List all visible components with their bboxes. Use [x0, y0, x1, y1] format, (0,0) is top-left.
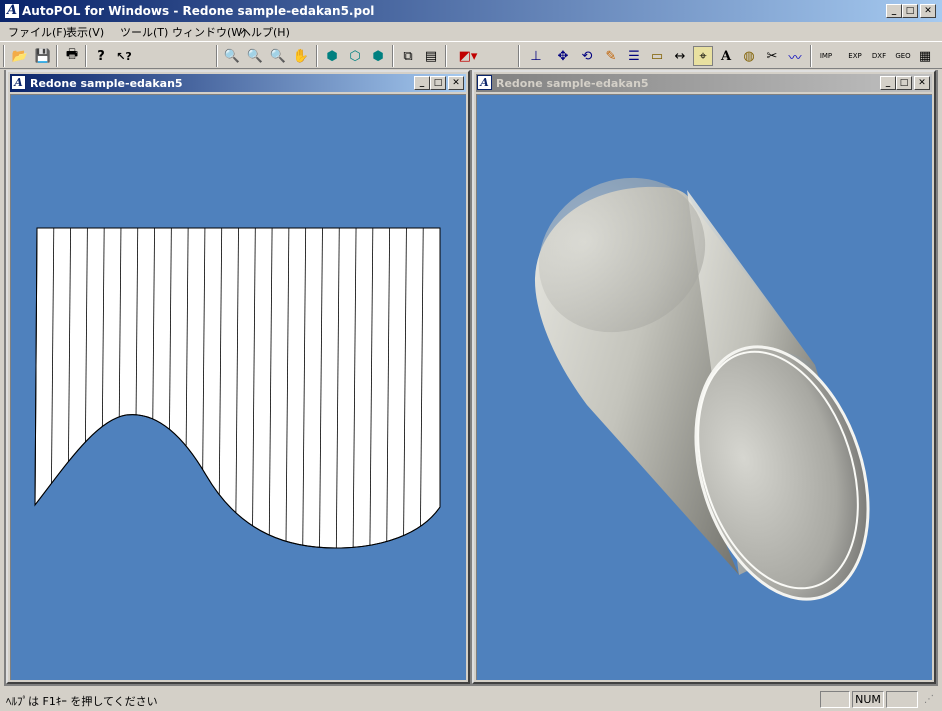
toolbar-separator [85, 45, 87, 67]
toolbar-grip [3, 45, 5, 67]
view-wire-icon[interactable]: ⬡ [345, 46, 365, 66]
unfold-pattern-shape [34, 227, 441, 549]
child-window-icon[interactable]: A [477, 75, 492, 90]
print-icon[interactable]: 🖶 [62, 46, 82, 66]
measure-base-icon[interactable]: ⊥ [526, 46, 546, 66]
main-toolbar: 📂 💾 🖶 ? ↖? 🔍 🔍 🔍 ✋ ⬢ ⬡ ⬢ ⧉ ▤ ◩▾ ⊥ ✥ ⟲ ✎ … [0, 41, 942, 69]
unfold-icon[interactable]: ⧉ [398, 46, 418, 66]
status-pane-num: NUM [852, 691, 884, 708]
toolbar-separator [810, 45, 812, 67]
list-icon[interactable]: ☰ [624, 46, 644, 66]
export-dxf-icon[interactable]: DXF [869, 46, 889, 66]
curve-icon[interactable]: 〰 [785, 46, 805, 66]
zoom-fit-icon[interactable]: 🔍 [268, 46, 288, 66]
export-geo-icon[interactable]: GEO [893, 46, 913, 66]
close-button[interactable]: ✕ [914, 76, 930, 90]
toolbar-separator [56, 45, 58, 67]
unfold-view-window[interactable]: A Redone sample-edakan5 _ □ ✕ [6, 70, 470, 684]
child-window-icon[interactable]: A [11, 75, 26, 90]
menu-help[interactable]: ヘルプ(H) [240, 24, 290, 40]
move-icon[interactable]: ✥ [553, 46, 573, 66]
unfold-view-title-bar[interactable]: A Redone sample-edakan5 _ □ ✕ [10, 74, 466, 92]
grid-icon[interactable]: ▦ [915, 46, 935, 66]
model-view-title: Redone sample-edakan5 [496, 77, 649, 90]
pipe-model-drawing [534, 177, 870, 601]
model-view-window[interactable]: A Redone sample-edakan5 _ □ ✕ [472, 70, 936, 684]
minimize-button[interactable]: _ [886, 4, 902, 18]
close-button[interactable]: ✕ [920, 4, 936, 18]
ruler-icon[interactable]: ▭ [647, 46, 667, 66]
status-bar: ﾍﾙﾌﾟは F1ｷｰ を押してください NUM ⋰ [0, 688, 942, 711]
maximize-button[interactable]: □ [902, 4, 918, 18]
cube-dropdown-icon[interactable]: ◩▾ [451, 46, 485, 66]
toolbar-separator [216, 45, 218, 67]
text-icon[interactable]: A [716, 46, 736, 66]
status-pane-caps [820, 691, 850, 708]
model-viewport[interactable] [476, 94, 932, 680]
model-view-title-bar[interactable]: A Redone sample-edakan5 _ □ ✕ [476, 74, 932, 92]
paint-icon[interactable]: ◍ [739, 46, 759, 66]
unfold-viewport[interactable] [10, 94, 466, 680]
view-iso-icon[interactable]: ⬢ [322, 46, 342, 66]
minimize-button[interactable]: _ [414, 76, 430, 90]
menu-window[interactable]: ウィンドウ(W) [172, 24, 246, 40]
close-button[interactable]: ✕ [448, 76, 464, 90]
dimension-icon[interactable]: ↔ [670, 46, 690, 66]
marker-icon[interactable]: ⌖ [693, 46, 713, 66]
toolbar-separator [316, 45, 318, 67]
pen-icon[interactable]: ✎ [601, 46, 621, 66]
help-icon[interactable]: ? [91, 46, 111, 66]
cut-icon[interactable]: ✂ [762, 46, 782, 66]
unfold-pattern-drawing [34, 227, 441, 549]
import-icon[interactable]: IMP [816, 46, 836, 66]
status-help-text: ﾍﾙﾌﾟは F1ｷｰ を押してください [6, 695, 158, 708]
minimize-button[interactable]: _ [880, 76, 896, 90]
zoom-in-icon[interactable]: 🔍 [245, 46, 265, 66]
status-pane-scrl [886, 691, 918, 708]
toolbar-separator [518, 45, 520, 67]
zoom-window-icon[interactable]: 🔍 [222, 46, 242, 66]
maximize-button[interactable]: □ [896, 76, 912, 90]
save-icon[interactable]: 💾 [33, 46, 53, 66]
view-solid-icon[interactable]: ⬢ [368, 46, 388, 66]
app-title: AutoPOL for Windows - Redone sample-edak… [22, 4, 375, 18]
rotate-icon[interactable]: ⟲ [577, 46, 597, 66]
context-help-icon[interactable]: ↖? [114, 46, 134, 66]
export-exp-icon[interactable]: EXP [845, 46, 865, 66]
menu-file[interactable]: ファイル(F) [8, 24, 67, 40]
menu-bar: ファイル(F) 表示(V) ツール(T) ウィンドウ(W) ヘルプ(H) [0, 22, 942, 41]
pan-hand-icon[interactable]: ✋ [291, 46, 311, 66]
maximize-button[interactable]: □ [430, 76, 446, 90]
mdi-client-area: A Redone sample-edakan5 _ □ ✕ A Redone s… [4, 70, 938, 686]
toolbar-separator [445, 45, 447, 67]
resize-grip-icon[interactable]: ⋰ [924, 694, 934, 705]
menu-view[interactable]: 表示(V) [66, 24, 104, 40]
app-title-bar: A AutoPOL for Windows - Redone sample-ed… [0, 0, 942, 22]
toolbar-separator [392, 45, 394, 67]
open-folder-icon[interactable]: 📂 [10, 46, 30, 66]
unfold-list-icon[interactable]: ▤ [421, 46, 441, 66]
unfold-view-title: Redone sample-edakan5 [30, 77, 183, 90]
autopol-app-icon[interactable]: A [4, 3, 20, 19]
menu-tools[interactable]: ツール(T) [120, 24, 168, 40]
